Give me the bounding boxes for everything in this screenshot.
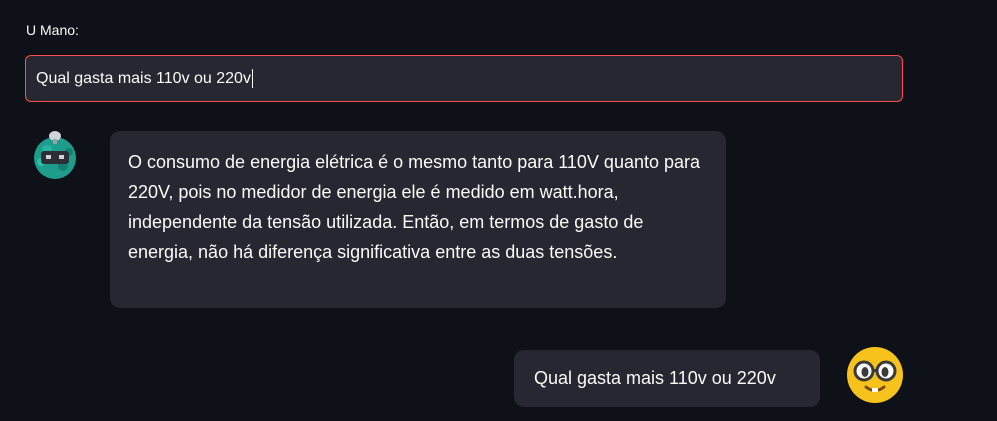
assistant-message-text: O consumo de energia elétrica é o mesmo …	[128, 152, 701, 262]
text-caret	[251, 69, 253, 88]
chat-app: U Mano: Qual gasta mais 110v ou 220v O c…	[0, 0, 997, 421]
robot-avatar-icon	[29, 128, 81, 180]
nerd-face-avatar-icon	[845, 345, 905, 405]
assistant-message-bubble: O consumo de energia elétrica é o mesmo …	[110, 131, 726, 308]
chat-text-input[interactable]: Qual gasta mais 110v ou 220v	[25, 55, 903, 102]
input-label: U Mano:	[26, 22, 79, 38]
user-message-text: Qual gasta mais 110v ou 220v	[534, 368, 776, 388]
chat-input-value: Qual gasta mais 110v ou 220v	[36, 69, 251, 87]
user-message-bubble: Qual gasta mais 110v ou 220v	[514, 350, 820, 407]
